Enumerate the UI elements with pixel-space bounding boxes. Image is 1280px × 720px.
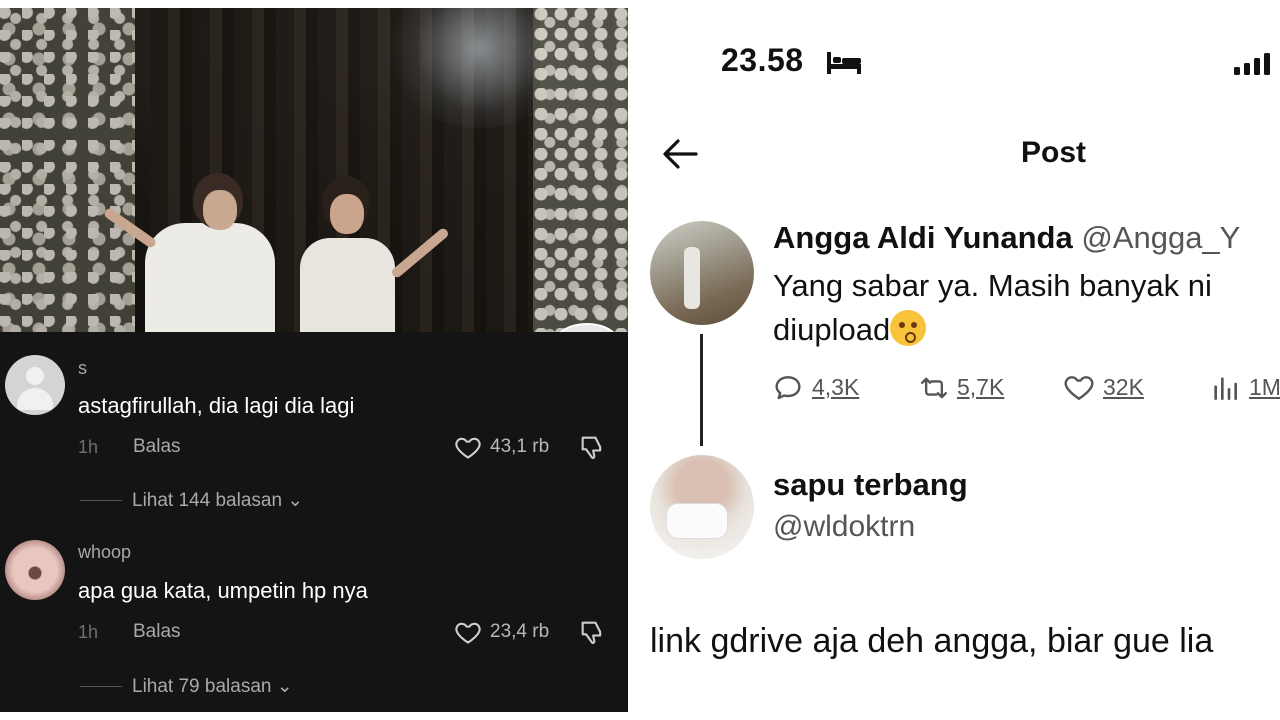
comment-username[interactable]: s xyxy=(78,358,87,379)
retweet-count: 5,7K xyxy=(957,374,1005,400)
tweet-author[interactable]: Angga Aldi Yunanda @Angga_Y xyxy=(773,220,1240,256)
page-title: Post xyxy=(1021,136,1087,169)
comment-icon[interactable] xyxy=(772,372,804,404)
avatar[interactable] xyxy=(5,355,65,415)
tweet-text-line2-words: diupload xyxy=(773,312,891,347)
avatar-figure xyxy=(684,247,700,309)
comment-time: 1h xyxy=(78,622,99,642)
view-replies-button[interactable]: Lihat 79 balasan ⌄ xyxy=(132,675,293,698)
bed-icon xyxy=(827,52,861,74)
like-stat[interactable]: 32K xyxy=(1063,372,1163,404)
groom-figure xyxy=(145,223,275,332)
comment-time: 1h xyxy=(78,437,99,457)
reply-author-name[interactable]: sapu terbang xyxy=(773,467,968,503)
views-count: 1M xyxy=(1249,374,1280,400)
reply-count: 4,3K xyxy=(812,374,860,400)
retweet-icon[interactable] xyxy=(917,372,951,404)
comments-section: s astagfirullah, dia lagi dia lagi 1h Ba… xyxy=(0,332,628,712)
comment-username[interactable]: whoop xyxy=(78,542,131,563)
reply-button[interactable]: Balas xyxy=(133,621,181,643)
author-name[interactable]: Angga Aldi Yunanda xyxy=(773,220,1073,255)
bride-figure xyxy=(300,238,395,332)
avatar[interactable] xyxy=(5,540,65,600)
bride-face xyxy=(330,194,364,234)
groom-face xyxy=(203,190,237,230)
comment-text: apa gua kata, umpetin hp nya xyxy=(78,578,368,603)
reply-stat[interactable]: 4,3K xyxy=(772,372,882,404)
thread-line xyxy=(700,334,703,446)
reply-button[interactable]: Balas xyxy=(133,436,181,458)
like-count: 23,4 rb xyxy=(490,621,550,642)
heart-icon[interactable] xyxy=(1063,372,1095,404)
tweet-text-line1: Yang sabar ya. Masih banyak ni xyxy=(773,268,1212,303)
heart-icon[interactable] xyxy=(454,433,482,461)
signal-icon xyxy=(1234,53,1270,75)
heart-icon[interactable] xyxy=(454,618,482,646)
status-time: 23.58 xyxy=(721,42,804,78)
views-chart-icon[interactable] xyxy=(1209,372,1241,404)
avatar[interactable] xyxy=(650,221,754,325)
back-arrow-icon[interactable] xyxy=(660,136,700,172)
divider-line xyxy=(80,500,122,501)
views-stat[interactable]: 1M xyxy=(1209,372,1280,404)
dislike-icon[interactable] xyxy=(578,433,606,461)
avatar[interactable] xyxy=(650,455,754,559)
author-handle[interactable]: @Angga_Y xyxy=(1081,220,1240,255)
flower-wall-left xyxy=(0,8,135,332)
wedding-photo xyxy=(0,8,628,332)
flower-wall-right xyxy=(533,8,628,332)
retweet-stat[interactable]: 5,7K xyxy=(917,372,1027,404)
dislike-icon[interactable] xyxy=(578,618,606,646)
like-count: 43,1 rb xyxy=(490,436,550,457)
tweet-text-line2: diupload xyxy=(773,308,927,352)
right-panel: 23.58 Post Angga Aldi Yunanda @Angga_Y Y… xyxy=(628,0,1280,720)
left-panel: s astagfirullah, dia lagi dia lagi 1h Ba… xyxy=(0,0,628,720)
reply-text: link gdrive aja deh angga, biar gue lia xyxy=(650,622,1214,660)
kissing-face-icon xyxy=(890,310,927,346)
view-replies-button[interactable]: Lihat 144 balasan ⌄ xyxy=(132,489,303,512)
like-count: 32K xyxy=(1103,374,1144,400)
avatar-mask xyxy=(666,503,728,539)
comment-text: astagfirullah, dia lagi dia lagi xyxy=(78,393,355,418)
reply-author-handle[interactable]: @wldoktrn xyxy=(773,510,915,544)
divider-line xyxy=(80,686,122,687)
